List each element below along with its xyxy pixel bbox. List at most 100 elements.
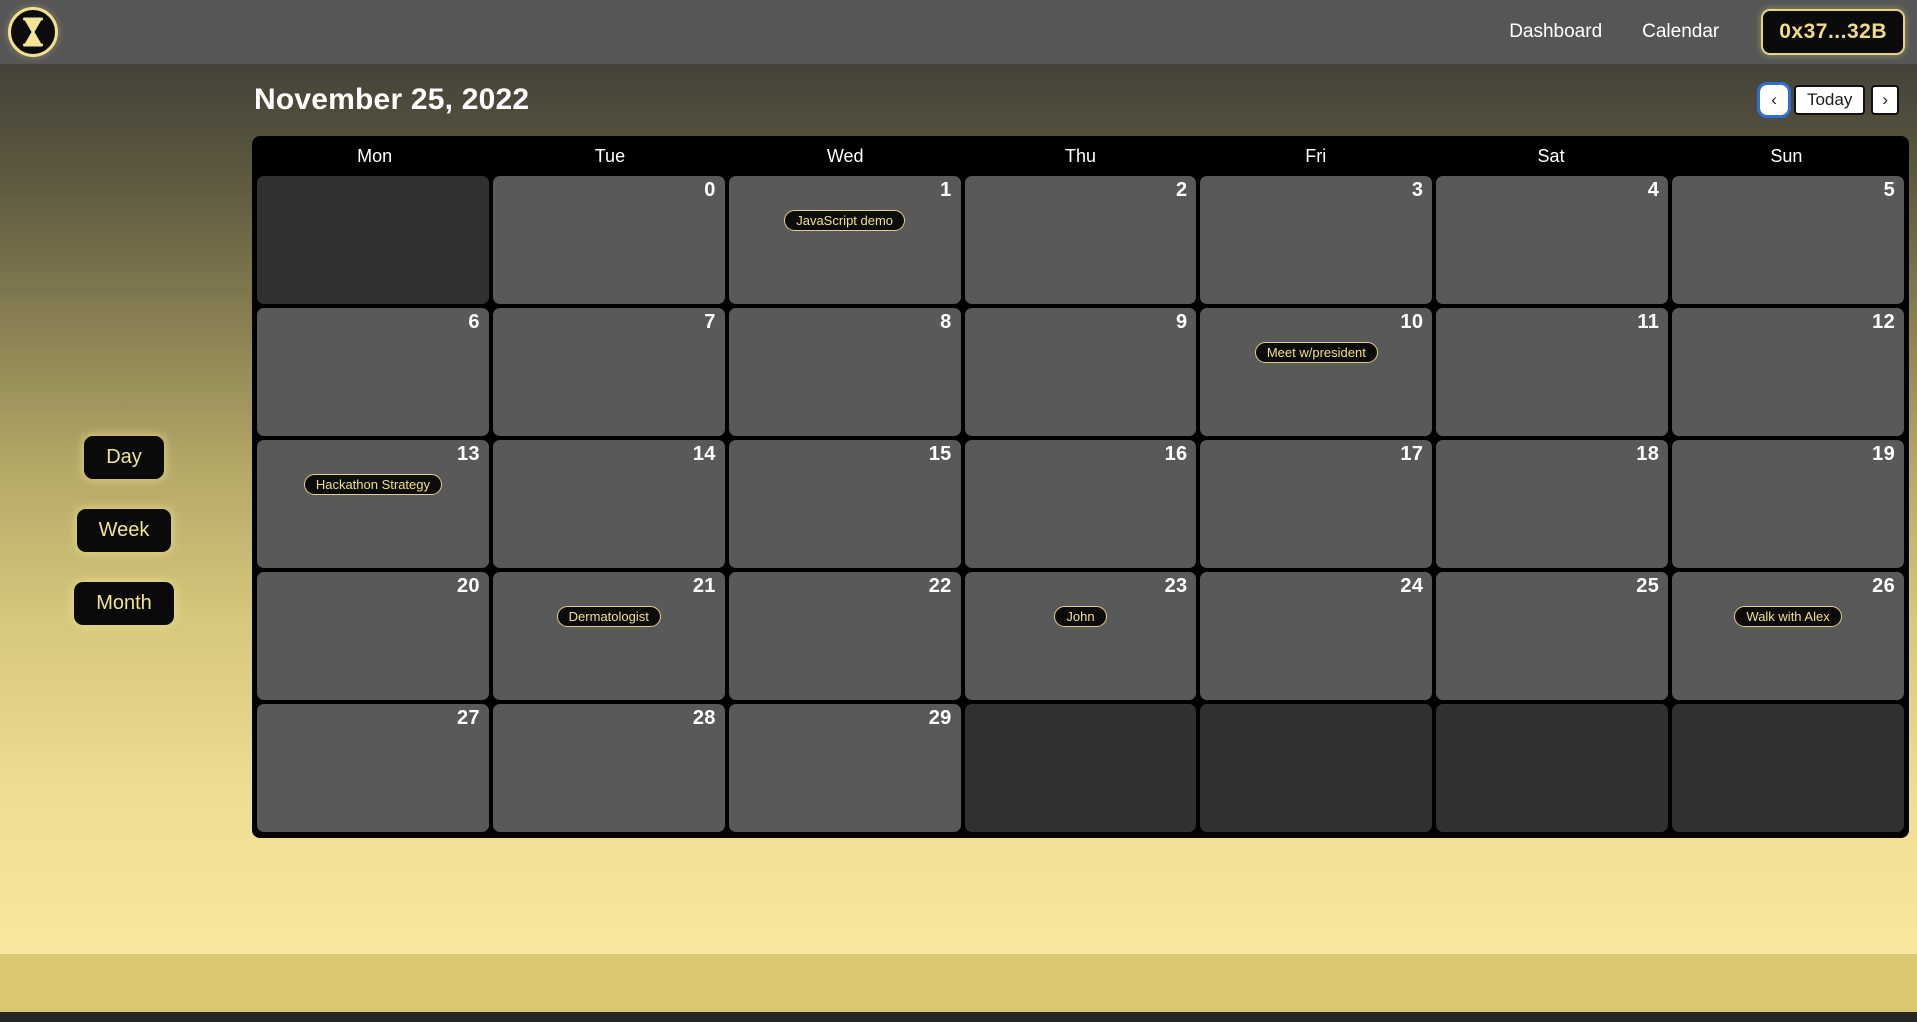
- day-number: 17: [1400, 443, 1424, 465]
- today-button[interactable]: Today: [1793, 85, 1866, 115]
- top-navbar: Dashboard Calendar 0x37...32B: [0, 0, 1917, 64]
- calendar-day-cell[interactable]: 20: [257, 572, 489, 700]
- view-button-month[interactable]: Month: [74, 582, 174, 625]
- view-button-week[interactable]: Week: [76, 509, 172, 552]
- day-number: 8: [940, 311, 952, 333]
- weekday-label-tue: Tue: [594, 145, 626, 166]
- hourglass-glyph: [23, 17, 43, 47]
- calendar-header: November 25, 2022 ‹ Today ›: [248, 64, 1917, 136]
- calendar-nav-controls: ‹ Today ›: [1757, 82, 1899, 118]
- view-button-day[interactable]: Day: [84, 436, 164, 479]
- calendar-day-cell[interactable]: 15: [728, 440, 961, 568]
- day-events: Meet w/president: [1200, 342, 1432, 363]
- day-number: 28: [692, 707, 716, 729]
- day-number: 6: [468, 311, 480, 333]
- calendar-panel: November 25, 2022 ‹ Today › Mon Tue Wed …: [248, 64, 1917, 838]
- weekday-label-sun: Sun: [1770, 145, 1803, 166]
- weekday-label-mon: Mon: [357, 145, 393, 166]
- day-number: 21: [692, 575, 716, 597]
- calendar-week-row: 6 7 8 9 10 Meet w/president 11 12: [257, 308, 1904, 436]
- calendar-day-cell[interactable]: 19: [1672, 440, 1904, 568]
- day-number: 5: [1883, 179, 1895, 201]
- day-number: 4: [1647, 179, 1660, 201]
- day-number: 3: [1411, 179, 1424, 201]
- calendar-day-cell[interactable]: 11: [1436, 308, 1669, 436]
- calendar-event[interactable]: Meet w/president: [1254, 342, 1378, 363]
- calendar-day-cell[interactable]: 14: [492, 440, 725, 568]
- calendar-day-cell[interactable]: 2: [964, 176, 1197, 304]
- calendar-day-cell[interactable]: 5: [1672, 176, 1904, 304]
- prev-period-button[interactable]: ‹: [1757, 82, 1791, 118]
- calendar-week-row: 0 1 JavaScript demo 2 3 4 5: [257, 176, 1904, 304]
- calendar-day-cell-empty: [1436, 704, 1669, 832]
- nav-link-dashboard[interactable]: Dashboard: [1489, 15, 1622, 49]
- calendar-day-cell[interactable]: 0: [492, 176, 725, 304]
- calendar-day-cell-empty: [257, 176, 489, 304]
- calendar-event[interactable]: Hackathon Strategy: [303, 474, 443, 495]
- calendar-day-cell[interactable]: 23 John: [964, 572, 1197, 700]
- chevron-left-icon: ‹: [1771, 90, 1777, 110]
- day-number: 1: [940, 179, 952, 201]
- day-number: 12: [1872, 311, 1895, 333]
- calendar-day-cell[interactable]: 16: [964, 440, 1197, 568]
- day-number: 26: [1872, 575, 1895, 597]
- calendar-day-cell[interactable]: 29: [728, 704, 961, 832]
- calendar-day-cell-empty: [964, 704, 1197, 832]
- calendar-week-row: 27 28 29: [257, 704, 1904, 832]
- calendar-day-cell[interactable]: 9: [964, 308, 1197, 436]
- day-number: 9: [1175, 311, 1188, 333]
- calendar-day-cell[interactable]: 18: [1436, 440, 1669, 568]
- wallet-address-button[interactable]: 0x37...32B: [1761, 9, 1905, 55]
- calendar-day-cell[interactable]: 22: [728, 572, 961, 700]
- weekday-label-wed: Wed: [826, 145, 864, 166]
- weekday-header-row: Mon Tue Wed Thu Fri Sat Sun: [257, 140, 1904, 172]
- day-events: JavaScript demo: [729, 210, 961, 231]
- calendar-day-cell[interactable]: 26 Walk with Alex: [1672, 572, 1904, 700]
- calendar-event[interactable]: John: [1054, 606, 1107, 627]
- calendar-week-row: 20 21 Dermatologist 22 23 John 24 25 26 Walk with…: [257, 572, 1904, 700]
- calendar-day-cell[interactable]: 12: [1672, 308, 1904, 436]
- day-number: 7: [704, 311, 716, 333]
- hourglass-icon[interactable]: [8, 7, 58, 57]
- day-number: 25: [1636, 575, 1660, 597]
- next-period-button[interactable]: ›: [1871, 85, 1899, 115]
- footer-band: [0, 954, 1917, 1012]
- calendar-day-cell[interactable]: 1 JavaScript demo: [728, 176, 961, 304]
- day-number: 18: [1636, 443, 1660, 465]
- weekday-label-sat: Sat: [1537, 145, 1565, 166]
- navbar-links: Dashboard Calendar 0x37...32B: [1489, 9, 1917, 55]
- day-number: 10: [1400, 311, 1424, 333]
- day-events: Walk with Alex: [1672, 606, 1904, 627]
- calendar-day-cell[interactable]: 28: [492, 704, 725, 832]
- day-number: 22: [928, 575, 952, 597]
- day-number: 14: [692, 443, 716, 465]
- nav-link-calendar[interactable]: Calendar: [1622, 15, 1739, 49]
- calendar-day-cell[interactable]: 25: [1436, 572, 1669, 700]
- calendar-day-cell[interactable]: 10 Meet w/president: [1200, 308, 1433, 436]
- day-number: 23: [1164, 575, 1188, 597]
- calendar-day-cell[interactable]: 13 Hackathon Strategy: [257, 440, 489, 568]
- weekday-label-thu: Thu: [1064, 145, 1096, 166]
- calendar-week-row: 13 Hackathon Strategy 14 15 16 17 18 19: [257, 440, 1904, 568]
- day-number: 0: [704, 179, 716, 201]
- sidebar: Day Week Month: [0, 64, 248, 954]
- day-events: John: [965, 606, 1197, 627]
- calendar-day-cell[interactable]: 21 Dermatologist: [492, 572, 725, 700]
- calendar-event[interactable]: JavaScript demo: [784, 210, 906, 231]
- calendar-day-cell-empty: [1200, 704, 1433, 832]
- calendar-day-cell[interactable]: 24: [1200, 572, 1433, 700]
- calendar-day-cell[interactable]: 27: [257, 704, 489, 832]
- day-number: 27: [456, 707, 480, 729]
- chevron-right-icon: ›: [1882, 90, 1888, 110]
- calendar-day-cell[interactable]: 3: [1200, 176, 1433, 304]
- calendar-event[interactable]: Walk with Alex: [1734, 606, 1842, 627]
- day-number: 13: [456, 443, 480, 465]
- calendar-event[interactable]: Dermatologist: [556, 606, 661, 627]
- calendar-day-cell[interactable]: 8: [728, 308, 961, 436]
- calendar-day-cell[interactable]: 17: [1200, 440, 1433, 568]
- page-title: November 25, 2022: [254, 83, 530, 116]
- calendar-day-cell[interactable]: 6: [257, 308, 489, 436]
- calendar-day-cell[interactable]: 4: [1436, 176, 1669, 304]
- day-events: Hackathon Strategy: [257, 474, 489, 495]
- calendar-day-cell[interactable]: 7: [492, 308, 725, 436]
